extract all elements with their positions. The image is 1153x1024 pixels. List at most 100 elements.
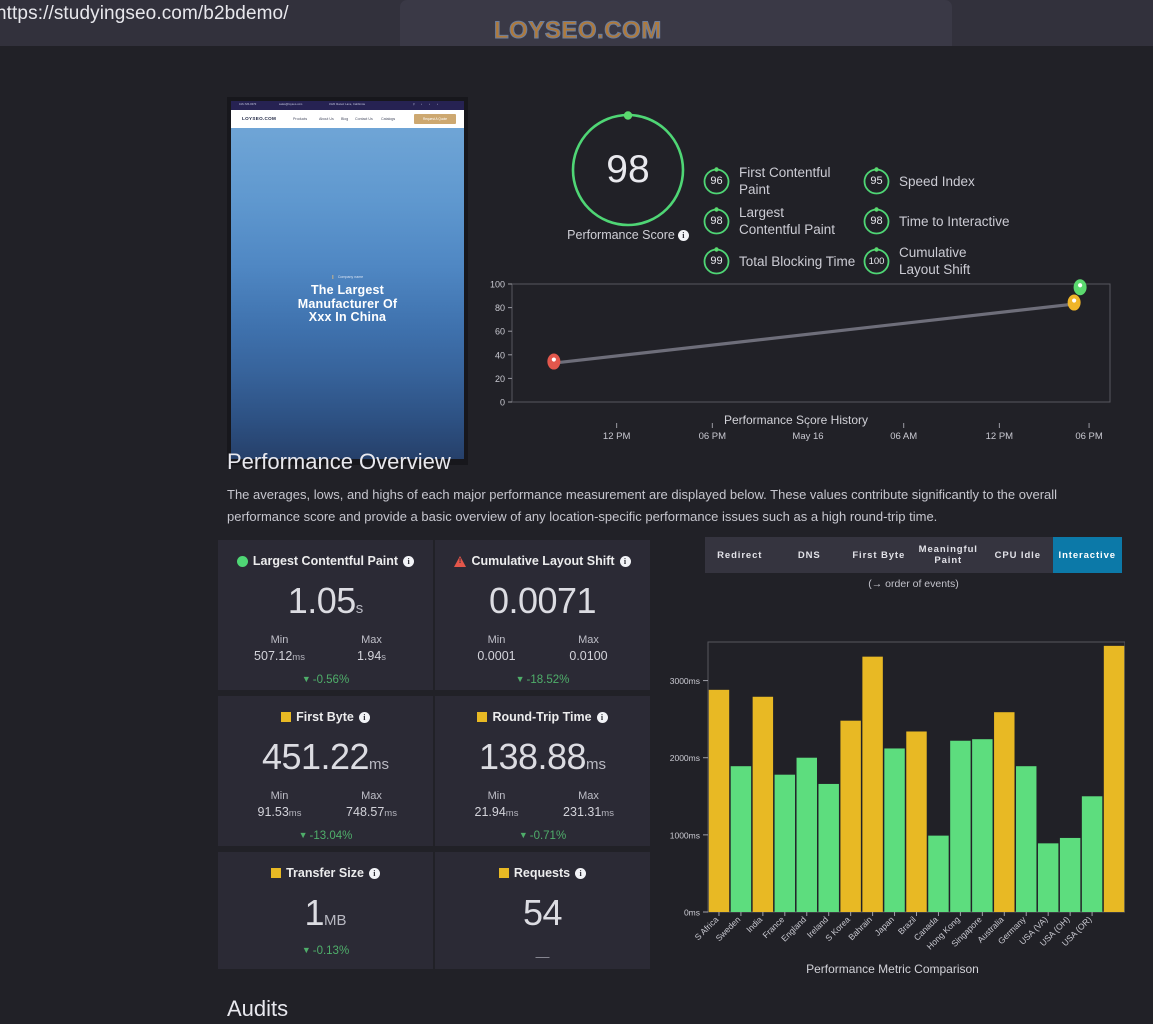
metric-max-label: Max	[578, 790, 599, 802]
status-dot-green-icon	[236, 555, 248, 567]
metric-min-value: 21.94ms	[462, 805, 532, 819]
metric-card-header: Cumulative Layout Shift i	[435, 554, 650, 568]
caret-down-icon: ▼	[518, 830, 528, 840]
metric-minmax: Min 21.94ms Max 231.31ms	[435, 790, 650, 819]
tab-cpu-idle[interactable]: CPU Idle	[983, 537, 1053, 573]
info-icon[interactable]: i	[358, 711, 370, 723]
thumb-nav-catalogs: Catalogs	[381, 117, 396, 121]
metric-card-first-byte[interactable]: First Byte i 451.22ms Min 91.53ms Max 74…	[218, 696, 433, 846]
thumb-cta-button: Request A Quote	[414, 114, 456, 124]
tab-redirect[interactable]: Redirect	[705, 537, 775, 573]
tab-first-byte[interactable]: First Byte	[844, 537, 914, 573]
metric-card-cumulative-layout-shift[interactable]: Cumulative Layout Shift i 0.0071 Min 0.0…	[435, 540, 650, 690]
metric-delta-empty: —	[535, 948, 550, 964]
thumb-eyebrow: Company name	[331, 275, 363, 279]
metric-card-row-3: Transfer Size i 1MB ▼-0.13% Requests i	[218, 852, 653, 975]
gauge-value: 96	[710, 175, 723, 187]
status-square-yellow-icon	[271, 868, 282, 878]
thumb-nav-contact: Contact Us	[355, 117, 373, 121]
gauge-label: Cumulative Layout Shift	[899, 245, 971, 277]
metric-max: Max 0.0100	[554, 634, 624, 663]
info-icon[interactable]: i	[368, 867, 380, 879]
caret-down-icon: ▼	[301, 945, 311, 955]
metric-max-value: 1.94s	[337, 649, 407, 663]
info-icon[interactable]: i	[403, 555, 415, 567]
thumb-phone: 416-726-0070	[239, 103, 257, 106]
svg-text:0: 0	[500, 398, 505, 408]
metric-min: Min 0.0001	[462, 634, 532, 663]
metric-min-unit: ms	[292, 652, 305, 663]
metric-value-unit: ms	[369, 756, 390, 773]
sub-metric-cumulative-layout-shift[interactable]: 100 Cumulative Layout Shift	[862, 244, 1022, 278]
tab-interactive[interactable]: Interactive	[1052, 537, 1122, 573]
thumb-navbar: LOYSEO.COM Products About Us Blog Contac…	[231, 110, 464, 128]
metric-card-requests[interactable]: Requests i 54 —	[435, 852, 650, 969]
site-watermark: LOYSEO.COM	[494, 17, 662, 45]
gauge-label: Largest Contentful Paint	[739, 205, 836, 237]
status-square-yellow-icon	[477, 712, 488, 722]
sub-metric-speed-index[interactable]: 95 Speed Index	[862, 164, 1022, 198]
thumbnail-inner: 416-726-0070 sales@loyseo.com 3120 Ibane…	[231, 101, 464, 459]
gauge-value: 98	[870, 215, 883, 227]
info-icon[interactable]: i	[619, 555, 631, 567]
metric-card-transfer-size[interactable]: Transfer Size i 1MB ▼ -0.13%	[218, 852, 433, 969]
status-square-yellow-icon	[281, 712, 292, 722]
metric-card-value: 1MB	[218, 892, 433, 934]
metric-min: Min 91.53ms	[245, 790, 315, 819]
thumb-contact-strip: 416-726-0070 sales@loyseo.com 3120 Ibane…	[231, 101, 464, 110]
tab-meaningful-paint-label: Meaningful Paint	[918, 544, 978, 566]
metric-delta-value: -0.13%	[312, 945, 350, 957]
gauge-label: Speed Index	[899, 173, 975, 189]
metric-card-row-1: Largest Contentful Paint i 1.05s Min 507…	[218, 540, 653, 696]
thumb-headline: The Largest Manufacturer Of Xxx In China	[231, 283, 464, 325]
info-icon[interactable]: i	[677, 230, 689, 241]
sub-metrics-row-3: 99 Total Blocking Time 100 Cumulative La…	[702, 244, 1122, 278]
performance-score-donut: 98	[566, 108, 690, 232]
svg-text:May 16: May 16	[792, 431, 823, 442]
gauge-value: 100	[868, 255, 885, 267]
metric-min-value: 91.53ms	[245, 805, 315, 819]
gauge-label: First Contentful Paint	[739, 165, 831, 197]
gauge-ring-icon: 95	[862, 166, 891, 196]
thumb-headline-line3: Xxx In China	[308, 310, 387, 324]
sub-metric-total-blocking-time[interactable]: 99 Total Blocking Time	[702, 244, 862, 278]
sub-metric-first-contentful-paint[interactable]: 96 First Contentful Paint	[702, 164, 862, 198]
metric-min-label: Min	[487, 634, 506, 646]
metric-card-header: Largest Contentful Paint i	[218, 554, 433, 568]
tab-meaningful-paint[interactable]: Meaningful Paint	[914, 537, 984, 573]
svg-text:Japan: Japan	[873, 914, 897, 938]
metric-max-unit: ms	[384, 808, 397, 819]
metric-delta-value: -0.71%	[529, 830, 567, 842]
tab-dns[interactable]: DNS	[775, 537, 845, 573]
metric-max-label: Max	[361, 634, 382, 646]
metric-card-row-2: First Byte i 451.22ms Min 91.53ms Max 74…	[218, 696, 653, 852]
metric-delta-value: -13.04%	[309, 830, 353, 842]
metric-card-round-trip-time[interactable]: Round-Trip Time i 138.88ms Min 21.94ms M…	[435, 696, 650, 846]
metric-card-largest-contentful-paint[interactable]: Largest Contentful Paint i 1.05s Min 507…	[218, 540, 433, 690]
metric-max-unit: ms	[601, 808, 614, 819]
info-icon[interactable]: i	[596, 711, 608, 723]
info-icon[interactable]: i	[575, 867, 587, 879]
metric-min: Min 21.94ms	[462, 790, 532, 819]
site-screenshot-thumbnail[interactable]: 416-726-0070 sales@loyseo.com 3120 Ibane…	[227, 97, 468, 465]
metric-max: Max 231.31ms	[554, 790, 624, 819]
svg-text:100: 100	[490, 280, 505, 290]
metric-card-value: 138.88ms	[435, 736, 650, 778]
metric-card-title: Requests	[513, 866, 571, 880]
address-bar-url[interactable]: https://studyingseo.com/b2bdemo/	[0, 3, 289, 25]
svg-text:06 PM: 06 PM	[699, 431, 727, 442]
sub-metric-largest-contentful-paint[interactable]: 98 Largest Contentful Paint	[702, 204, 862, 238]
metric-min-unit: ms	[505, 808, 519, 819]
gauge-value: 98	[710, 215, 723, 227]
svg-text:06 AM: 06 AM	[890, 431, 917, 442]
tabs-order-note: (→ order of events)	[868, 578, 959, 590]
metric-min-label: Min	[487, 790, 506, 802]
metric-card-header: First Byte i	[218, 710, 433, 724]
metric-min-number: 91.53	[257, 805, 289, 819]
metric-value-unit: MB	[324, 912, 347, 929]
thumb-search-icon: ⚲	[413, 103, 415, 106]
metric-value-number: 1.05	[287, 580, 357, 621]
gauge-ring-icon: 98	[862, 206, 891, 236]
sub-metric-time-to-interactive[interactable]: 98 Time to Interactive	[862, 204, 1022, 238]
audits-section-title: Audits	[227, 996, 289, 1021]
